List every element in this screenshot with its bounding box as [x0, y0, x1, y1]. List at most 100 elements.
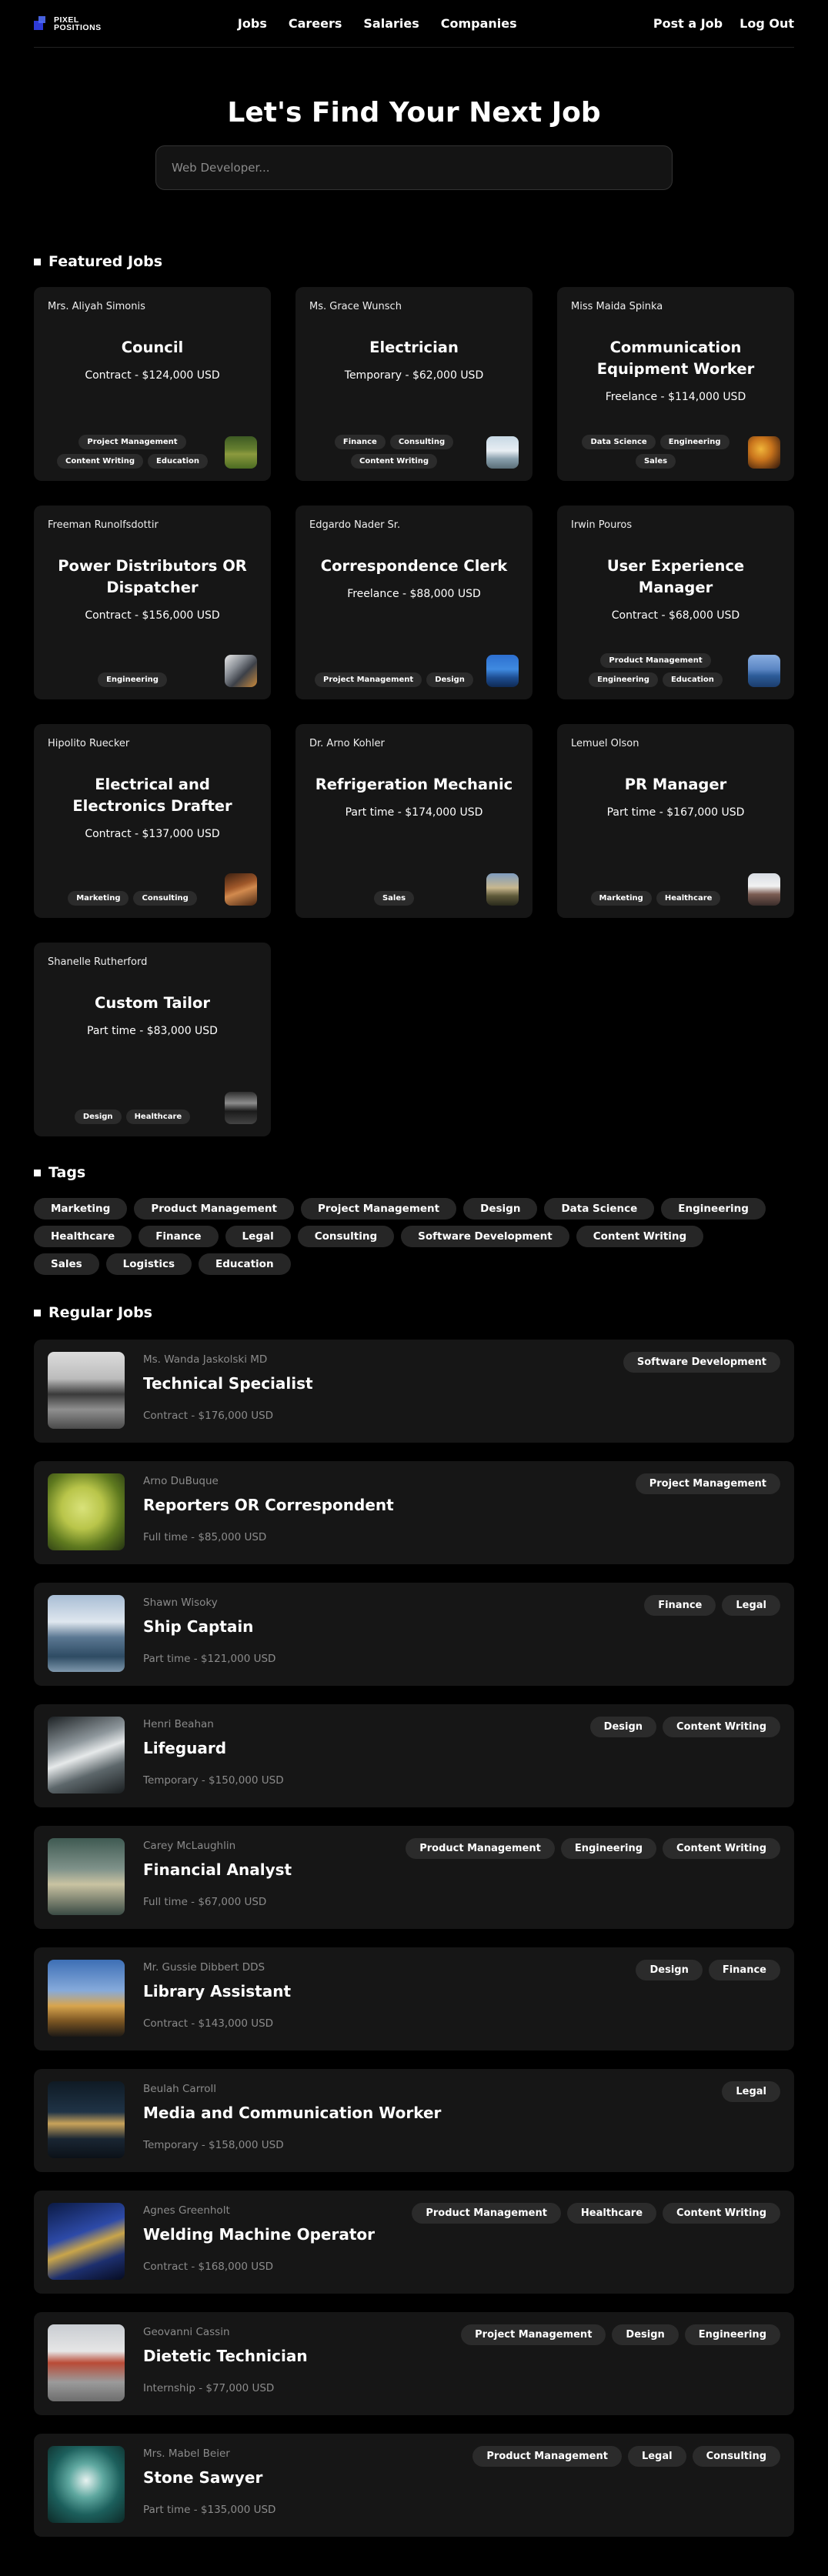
- nav-link-jobs[interactable]: Jobs: [238, 16, 267, 31]
- search-input[interactable]: [155, 145, 673, 190]
- tag-pill[interactable]: Consulting: [389, 435, 454, 449]
- job-title[interactable]: Communication Equipment Worker: [571, 337, 780, 380]
- tag-pill[interactable]: Finance: [334, 435, 386, 449]
- tag-pill[interactable]: Design: [463, 1198, 538, 1220]
- tag-pill[interactable]: Healthcare: [566, 2203, 657, 2224]
- job-title[interactable]: Power Distributors OR Dispatcher: [48, 556, 257, 599]
- tag-pill[interactable]: Consulting: [297, 1226, 395, 1247]
- featured-job-card[interactable]: Edgardo Nader Sr. Correspondence Clerk Fre…: [295, 506, 533, 699]
- job-title[interactable]: Library Assistant: [143, 1982, 291, 2000]
- tag-pill[interactable]: Content Writing: [663, 2203, 780, 2224]
- tag-pill[interactable]: Legal: [722, 2081, 780, 2102]
- nav-link-salaries[interactable]: Salaries: [363, 16, 419, 31]
- nav-link-companies[interactable]: Companies: [441, 16, 517, 31]
- job-title[interactable]: Refrigeration Mechanic: [309, 774, 519, 796]
- tag-pill[interactable]: Legal: [722, 1595, 780, 1616]
- tag-pill[interactable]: Data Science: [544, 1198, 655, 1220]
- tag-pill[interactable]: Product Management: [406, 1838, 555, 1859]
- tag-pill[interactable]: Engineering: [659, 435, 730, 449]
- featured-job-card[interactable]: Lemuel Olson PR Manager Part time - $167,0…: [557, 724, 794, 918]
- tag-pill[interactable]: Content Writing: [351, 454, 437, 469]
- tag-pill[interactable]: Sales: [373, 891, 415, 906]
- tag-pill[interactable]: Design: [74, 1109, 122, 1124]
- regular-job-card[interactable]: Ms. Wanda Jaskolski MD Technical Speciali…: [34, 1340, 794, 1443]
- tag-pill[interactable]: Consulting: [692, 2446, 780, 2467]
- tag-pill[interactable]: Engineering: [684, 2324, 780, 2345]
- tag-pill[interactable]: Design: [636, 1960, 703, 1980]
- tag-pill[interactable]: Education: [662, 672, 723, 687]
- tag-pill[interactable]: Product Management: [412, 2203, 561, 2224]
- tag-pill[interactable]: Sales: [635, 454, 676, 469]
- tag-pill[interactable]: Design: [589, 1717, 657, 1737]
- job-title[interactable]: Stone Sawyer: [143, 2468, 275, 2487]
- tag-pill[interactable]: Content Writing: [663, 1717, 780, 1737]
- tag-pill[interactable]: Project Management: [635, 1473, 780, 1494]
- job-title[interactable]: Electrician: [309, 337, 519, 359]
- job-title[interactable]: Dietetic Technician: [143, 2347, 308, 2365]
- regular-job-card[interactable]: Mrs. Mabel Beier Stone Sawyer Part time - …: [34, 2434, 794, 2537]
- tag-pill[interactable]: Product Management: [472, 2446, 622, 2467]
- featured-job-card[interactable]: Irwin Pouros User Experience Manager Contr…: [557, 506, 794, 699]
- featured-job-card[interactable]: Miss Maida Spinka Communication Equipment…: [557, 287, 794, 481]
- nav-link-careers[interactable]: Careers: [289, 16, 342, 31]
- tag-pill[interactable]: Content Writing: [576, 1226, 704, 1247]
- tag-pill[interactable]: Product Management: [134, 1198, 294, 1220]
- tag-pill[interactable]: Engineering: [560, 1838, 657, 1859]
- job-title[interactable]: Media and Communication Worker: [143, 2104, 441, 2122]
- featured-job-card[interactable]: Mrs. Aliyah Simonis Council Contract - $12…: [34, 287, 271, 481]
- job-title[interactable]: Electrical and Electronics Drafter: [48, 774, 257, 817]
- logo[interactable]: PIXEL POSITIONS: [34, 15, 102, 32]
- job-title[interactable]: Custom Tailor: [48, 993, 257, 1014]
- tag-pill[interactable]: Marketing: [68, 891, 129, 906]
- job-title[interactable]: Technical Specialist: [143, 1374, 313, 1393]
- tag-pill[interactable]: Data Science: [582, 435, 656, 449]
- tag-pill[interactable]: Product Management: [600, 653, 711, 668]
- featured-job-card[interactable]: Hipolito Ruecker Electrical and Electroni…: [34, 724, 271, 918]
- tag-pill[interactable]: Software Development: [401, 1226, 569, 1247]
- tag-pill[interactable]: Finance: [644, 1595, 716, 1616]
- logout-button[interactable]: Log Out: [740, 16, 794, 31]
- tag-pill[interactable]: Design: [612, 2324, 679, 2345]
- tag-pill[interactable]: Project Management: [300, 1198, 457, 1220]
- tag-pill[interactable]: Project Management: [315, 672, 422, 687]
- tag-pill[interactable]: Legal: [225, 1226, 291, 1247]
- tag-pill[interactable]: Consulting: [133, 891, 197, 906]
- tag-pill[interactable]: Finance: [708, 1960, 780, 1980]
- tag-pill[interactable]: Healthcare: [656, 891, 721, 906]
- regular-job-card[interactable]: Mr. Gussie Dibbert DDS Library Assistant C…: [34, 1947, 794, 2050]
- featured-job-card[interactable]: Freeman Runolfsdottir Power Distributors …: [34, 506, 271, 699]
- regular-job-card[interactable]: Agnes Greenholt Welding Machine Operator C…: [34, 2191, 794, 2294]
- tag-pill[interactable]: Content Writing: [663, 1838, 780, 1859]
- job-title[interactable]: PR Manager: [571, 774, 780, 796]
- tag-pill[interactable]: Education: [198, 1253, 291, 1275]
- featured-job-card[interactable]: Shanelle Rutherford Custom Tailor Part tim…: [34, 943, 271, 1136]
- post-job-link[interactable]: Post a Job: [653, 16, 723, 31]
- tag-pill[interactable]: Finance: [139, 1226, 219, 1247]
- tag-pill[interactable]: Legal: [627, 2446, 686, 2467]
- job-title[interactable]: User Experience Manager: [571, 556, 780, 599]
- featured-job-card[interactable]: Dr. Arno Kohler Refrigeration Mechanic Par…: [295, 724, 533, 918]
- tag-pill[interactable]: Project Management: [78, 435, 186, 449]
- tag-pill[interactable]: Sales: [34, 1253, 99, 1275]
- regular-job-card[interactable]: Geovanni Cassin Dietetic Technician Intern…: [34, 2312, 794, 2415]
- job-title[interactable]: Lifeguard: [143, 1739, 284, 1757]
- tag-pill[interactable]: Marketing: [590, 891, 652, 906]
- tag-pill[interactable]: Project Management: [461, 2324, 606, 2345]
- job-title[interactable]: Council: [48, 337, 257, 359]
- tag-pill[interactable]: Healthcare: [34, 1226, 132, 1247]
- job-title[interactable]: Ship Captain: [143, 1617, 275, 1636]
- job-title[interactable]: Financial Analyst: [143, 1860, 292, 1879]
- regular-job-card[interactable]: Henri Beahan Lifeguard Temporary - $150,00…: [34, 1704, 794, 1807]
- tag-pill[interactable]: Engineering: [661, 1198, 766, 1220]
- job-title[interactable]: Welding Machine Operator: [143, 2225, 375, 2244]
- tag-pill[interactable]: Engineering: [589, 672, 658, 687]
- regular-job-card[interactable]: Beulah Carroll Media and Communication Wo…: [34, 2069, 794, 2172]
- job-title[interactable]: Reporters OR Correspondent: [143, 1496, 394, 1514]
- tag-pill[interactable]: Healthcare: [125, 1109, 191, 1124]
- tag-pill[interactable]: Content Writing: [57, 454, 143, 469]
- regular-job-card[interactable]: Shawn Wisoky Ship Captain Part time - $121…: [34, 1583, 794, 1686]
- featured-job-card[interactable]: Ms. Grace Wunsch Electrician Temporary - $…: [295, 287, 533, 481]
- regular-job-card[interactable]: Arno DuBuque Reporters OR Correspondent Fu…: [34, 1461, 794, 1564]
- regular-job-card[interactable]: Carey McLaughlin Financial Analyst Full ti…: [34, 1826, 794, 1929]
- job-title[interactable]: Correspondence Clerk: [309, 556, 519, 577]
